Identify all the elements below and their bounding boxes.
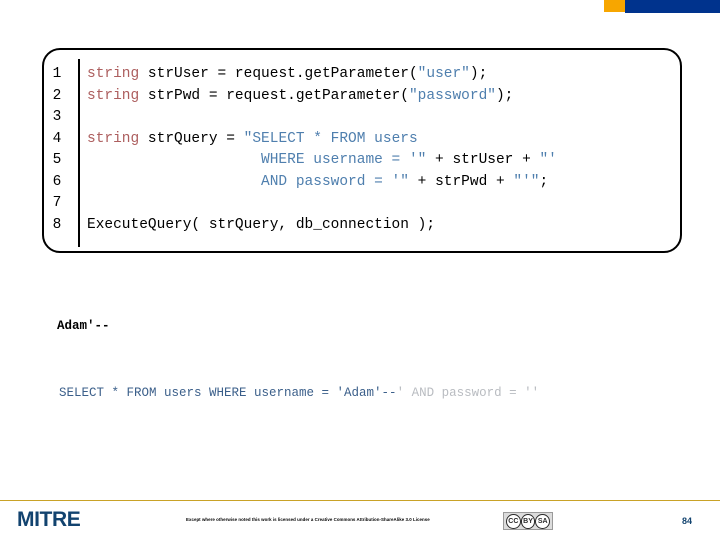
code-line-number: 7 xyxy=(52,195,62,211)
code-line: 4 string strQuery = "SELECT * FROM users xyxy=(44,129,680,151)
code-token-string: WHERE username = '" xyxy=(261,152,427,168)
code-token-plain: ); xyxy=(469,66,488,82)
code-token-string: "password" xyxy=(408,87,496,104)
code-line: 5 WHERE username = '" + strUser + "' xyxy=(44,150,680,172)
sql-active-segment: SELECT * FROM users WHERE username = 'Ad… xyxy=(59,386,397,400)
code-line-content: ExecuteQuery( strQuery, db_connection ); xyxy=(78,215,435,237)
code-line-number: 5 xyxy=(52,152,62,168)
code-token-plain: + strPwd + xyxy=(408,173,514,190)
code-token-plain: + strUser + xyxy=(426,152,540,168)
code-line-number: 2 xyxy=(52,87,62,104)
code-line-number: 6 xyxy=(52,173,62,190)
code-line-number: 4 xyxy=(52,130,62,147)
creative-commons-badge: CC BY SA xyxy=(503,512,553,530)
code-line: 7 xyxy=(44,193,680,215)
code-token-keyword: string xyxy=(87,87,148,104)
cc-icon: CC xyxy=(506,513,521,529)
code-token-plain: ; xyxy=(539,173,549,190)
code-token-string: AND password = '" xyxy=(261,173,409,190)
code-token-plain: strQuery = xyxy=(147,130,244,147)
code-line: 6 AND password = '" + strPwd + "'"; xyxy=(44,172,680,194)
sql-commented-segment: ' AND password = '' xyxy=(396,386,540,400)
cc-by-icon: BY xyxy=(520,513,536,529)
code-line: 1 string strUser = request.getParameter("… xyxy=(44,64,680,86)
code-token-string: "user" xyxy=(417,66,470,82)
code-line-content: string strPwd = request.getParameter("pa… xyxy=(78,86,513,108)
code-line-content: WHERE username = '" + strUser + "' xyxy=(78,150,557,172)
cc-sa-icon: SA xyxy=(535,513,551,529)
code-line-number: 1 xyxy=(52,66,62,82)
code-line: 8 ExecuteQuery( strQuery, db_connection )… xyxy=(44,215,680,237)
code-token-plain: strUser = request.getParameter( xyxy=(147,66,418,82)
code-token-plain: ); xyxy=(495,87,514,104)
license-notice-text: Except where otherwise noted this work i… xyxy=(186,517,430,522)
code-lines-container: 1 string strUser = request.getParameter("… xyxy=(44,64,680,236)
code-token-keyword: string xyxy=(87,66,148,82)
code-token-plain: strPwd = request.getParameter( xyxy=(147,87,409,104)
code-token-string: "'" xyxy=(513,173,540,190)
page-number: 84 xyxy=(681,516,692,526)
footer-divider-rule xyxy=(0,500,720,501)
injected-input-text: Adam'-- xyxy=(57,319,110,333)
code-line-content: string strUser = request.getParameter("u… xyxy=(78,64,487,86)
code-line-content: string strQuery = "SELECT * FROM users xyxy=(78,129,418,151)
code-line-number: 3 xyxy=(52,109,62,125)
code-line-content: AND password = '" + strPwd + "'"; xyxy=(78,172,548,194)
code-token-plain: ExecuteQuery( strQuery, db_connection ); xyxy=(87,216,436,233)
code-token-string: "SELECT * FROM users xyxy=(243,130,418,147)
mitre-logo: MITRE xyxy=(17,508,81,531)
resulting-sql-query: SELECT * FROM users WHERE username = 'Ad… xyxy=(59,386,539,400)
code-listing-box: 1 string strUser = request.getParameter("… xyxy=(42,48,682,253)
code-token-keyword: string xyxy=(87,130,148,147)
top-orange-accent-block xyxy=(604,0,625,12)
code-line: 2 string strPwd = request.getParameter("p… xyxy=(44,86,680,108)
code-token-string: "' xyxy=(539,152,557,168)
code-line-number: 8 xyxy=(52,216,62,233)
top-blue-accent-bar xyxy=(625,0,720,13)
code-line: 3 xyxy=(44,107,680,129)
